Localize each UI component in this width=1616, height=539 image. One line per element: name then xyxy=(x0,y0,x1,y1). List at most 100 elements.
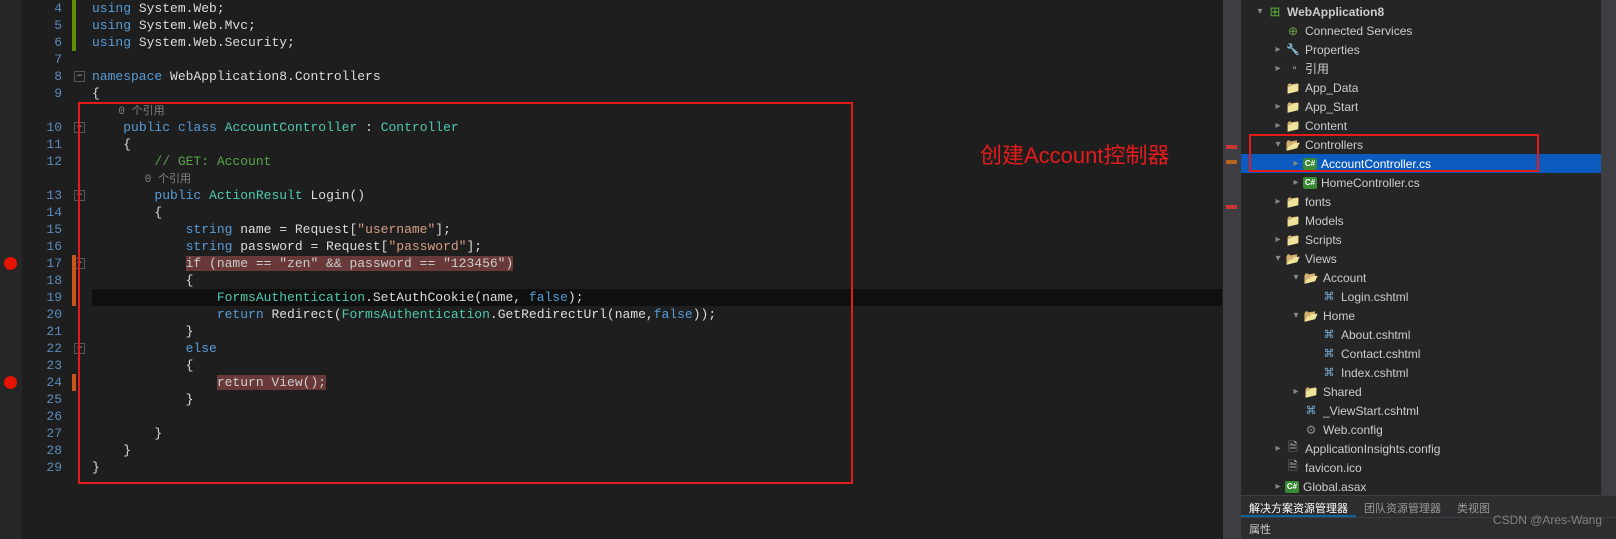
tab-class-view[interactable]: 类视图 xyxy=(1449,496,1498,517)
code-line[interactable]: string name = Request["username"]; xyxy=(92,221,1222,238)
line-number: 6 xyxy=(22,34,62,51)
expander-icon[interactable]: ▸ xyxy=(1271,101,1285,112)
code-line[interactable]: return View(); xyxy=(92,374,1222,391)
tree-node[interactable]: Models xyxy=(1241,211,1616,230)
proj-icon xyxy=(1267,4,1283,20)
tree-label: Global.asax xyxy=(1303,480,1366,494)
code-line[interactable]: public ActionResult Login() xyxy=(92,187,1222,204)
expander-icon[interactable]: ▸ xyxy=(1271,196,1285,207)
expander-icon[interactable]: ▸ xyxy=(1271,443,1285,454)
tree-node[interactable]: ▸ Scripts xyxy=(1241,230,1616,249)
tree-node[interactable]: About.cshtml xyxy=(1241,325,1616,344)
tree-node[interactable]: ▸C#HomeController.cs xyxy=(1241,173,1616,192)
tree-node[interactable]: ▸App_Start xyxy=(1241,97,1616,116)
tree-node[interactable]: ▸ ApplicationInsights.config xyxy=(1241,439,1616,458)
cs-icon: C# xyxy=(1303,158,1317,170)
code-area[interactable]: using System.Web;using System.Web.Mvc;us… xyxy=(92,0,1222,476)
line-number: 29 xyxy=(22,459,62,476)
code-line[interactable]: } xyxy=(92,323,1222,340)
code-line[interactable] xyxy=(92,51,1222,68)
solution-explorer[interactable]: ▾ WebApplication8 Connected Services▸Prope… xyxy=(1240,0,1616,539)
tree-node[interactable]: Index.cshtml xyxy=(1241,363,1616,382)
expander-icon[interactable]: ▸ xyxy=(1271,234,1285,245)
tree-label: ApplicationInsights.config xyxy=(1305,442,1440,456)
code-line[interactable]: { xyxy=(92,357,1222,374)
tree-node[interactable]: ▸fonts xyxy=(1241,192,1616,211)
code-line[interactable]: using System.Web.Security; xyxy=(92,34,1222,51)
code-lens[interactable]: 0 个引用 xyxy=(92,170,1222,187)
tree-label: favicon.ico xyxy=(1305,461,1362,475)
breakpoint-icon[interactable] xyxy=(4,376,17,389)
tree-label: WebApplication8 xyxy=(1287,5,1384,19)
tab-solution-explorer[interactable]: 解决方案资源管理器 xyxy=(1241,496,1356,517)
expander-icon[interactable]: ▸ xyxy=(1271,44,1285,55)
expander-icon[interactable]: ▾ xyxy=(1271,253,1285,264)
tree-node[interactable]: ▾Account xyxy=(1241,268,1616,287)
tree-node[interactable]: ▾ WebApplication8 xyxy=(1241,2,1616,21)
tree-node[interactable]: ▸Shared xyxy=(1241,382,1616,401)
line-number: 22 xyxy=(22,340,62,357)
expander-icon[interactable]: ▾ xyxy=(1271,139,1285,150)
tree-node[interactable]: Web.config xyxy=(1241,420,1616,439)
tree-node[interactable]: Login.cshtml xyxy=(1241,287,1616,306)
tree-node[interactable]: favicon.ico xyxy=(1241,458,1616,477)
expander-icon[interactable]: ▸ xyxy=(1271,63,1285,74)
code-line[interactable]: } xyxy=(92,391,1222,408)
code-line[interactable]: using System.Web.Mvc; xyxy=(92,17,1222,34)
tree-node[interactable]: Contact.cshtml xyxy=(1241,344,1616,363)
code-line[interactable]: if (name == "zen" && password == "123456… xyxy=(92,255,1222,272)
expander-icon[interactable]: ▸ xyxy=(1271,120,1285,131)
code-line[interactable]: { xyxy=(92,204,1222,221)
tree-node[interactable]: ▾ Controllers xyxy=(1241,135,1616,154)
code-line[interactable]: return Redirect(FormsAuthentication.GetR… xyxy=(92,306,1222,323)
tree-node[interactable]: Connected Services xyxy=(1241,21,1616,40)
expander-icon[interactable]: ▾ xyxy=(1253,6,1267,17)
code-line[interactable]: } xyxy=(92,459,1222,476)
code-line[interactable]: using System.Web; xyxy=(92,0,1222,17)
tree-scrollbar[interactable] xyxy=(1601,0,1616,495)
tree-node[interactable]: ▸C#AccountController.cs xyxy=(1241,154,1616,173)
expander-icon[interactable]: ▾ xyxy=(1289,310,1303,321)
code-line[interactable]: namespace WebApplication8.Controllers xyxy=(92,68,1222,85)
tree-node[interactable]: ▾Views xyxy=(1241,249,1616,268)
tree-node[interactable]: ▸引用 xyxy=(1241,59,1616,78)
code-editor[interactable]: 4567891011121314151617181920212223242526… xyxy=(0,0,1240,539)
code-line[interactable]: FormsAuthentication.SetAuthCookie(name, … xyxy=(92,289,1222,306)
line-number: 20 xyxy=(22,306,62,323)
code-lens[interactable]: 0 个引用 xyxy=(92,102,1222,119)
line-number xyxy=(22,170,62,187)
tree-node[interactable]: ▸C#Global.asax xyxy=(1241,477,1616,495)
tree-node[interactable]: ▸Properties xyxy=(1241,40,1616,59)
tab-team-explorer[interactable]: 团队资源管理器 xyxy=(1356,496,1449,517)
code-line[interactable]: { xyxy=(92,272,1222,289)
line-number: 19 xyxy=(22,289,62,306)
code-line[interactable]: } xyxy=(92,442,1222,459)
tree-node[interactable]: ▸Content xyxy=(1241,116,1616,135)
code-line[interactable]: { xyxy=(92,85,1222,102)
expander-icon[interactable]: ▸ xyxy=(1289,177,1303,188)
expander-icon[interactable]: ▸ xyxy=(1289,386,1303,397)
tree-label: App_Data xyxy=(1305,81,1358,95)
fold-toggle[interactable]: − xyxy=(74,122,85,133)
breakpoint-icon[interactable] xyxy=(4,257,17,270)
tree-node[interactable]: _ViewStart.cshtml xyxy=(1241,401,1616,420)
code-line[interactable]: else xyxy=(92,340,1222,357)
tree-node[interactable]: App_Data xyxy=(1241,78,1616,97)
fold-toggle[interactable]: − xyxy=(74,71,85,82)
breakpoint-gutter[interactable] xyxy=(0,0,22,539)
expander-icon[interactable]: ▾ xyxy=(1289,272,1303,283)
fold-toggle[interactable]: − xyxy=(74,343,85,354)
expander-icon[interactable]: ▸ xyxy=(1271,481,1285,492)
code-line[interactable] xyxy=(92,408,1222,425)
ref-icon xyxy=(1285,61,1301,77)
editor-scrollbar[interactable] xyxy=(1223,0,1240,539)
code-line[interactable]: string password = Request["password"]; xyxy=(92,238,1222,255)
expander-icon[interactable]: ▸ xyxy=(1289,158,1303,169)
tree-label: Controllers xyxy=(1305,138,1363,152)
fold-toggle[interactable]: − xyxy=(74,190,85,201)
code-line[interactable]: } xyxy=(92,425,1222,442)
tree-label: Scripts xyxy=(1305,233,1342,247)
solution-tree[interactable]: ▾ WebApplication8 Connected Services▸Prope… xyxy=(1241,0,1616,495)
code-line[interactable]: public class AccountController : Control… xyxy=(92,119,1222,136)
tree-node[interactable]: ▾Home xyxy=(1241,306,1616,325)
